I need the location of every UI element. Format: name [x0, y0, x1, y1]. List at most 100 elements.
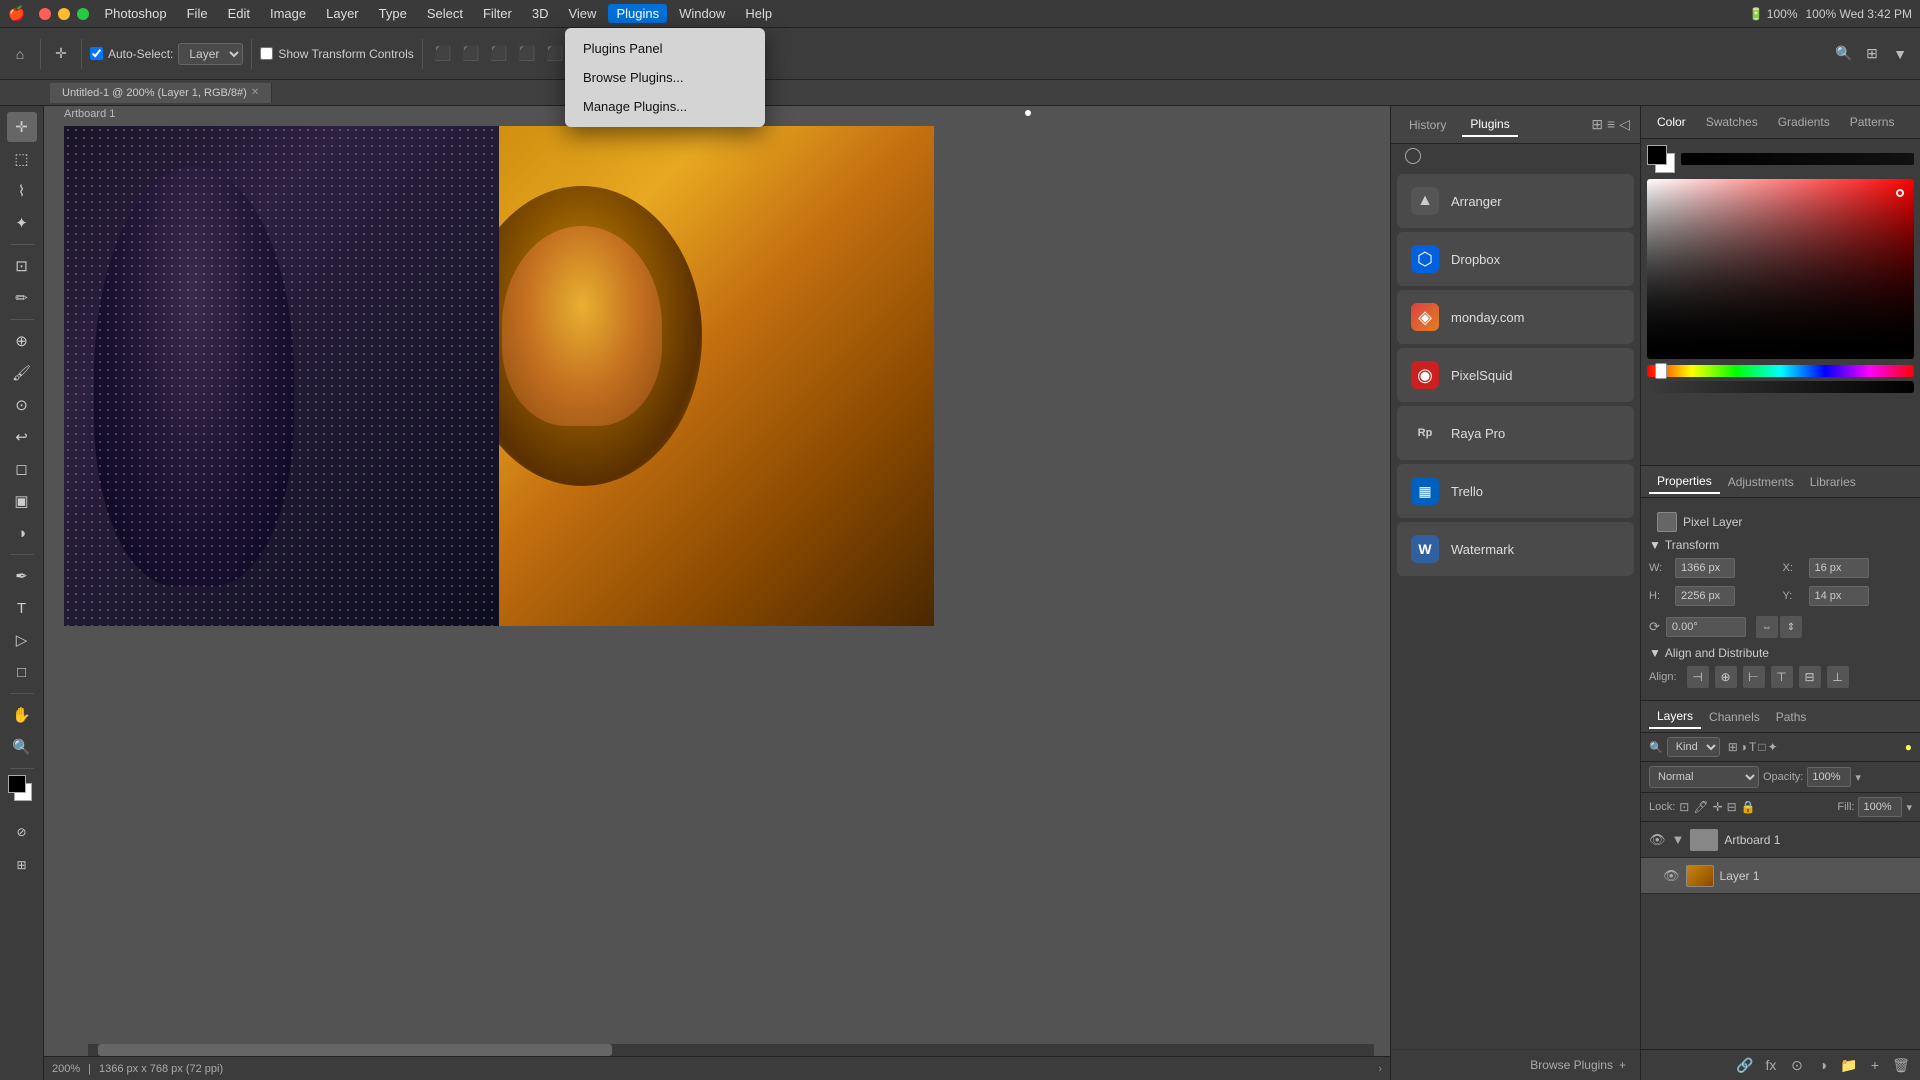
- browse-plugins-item[interactable]: Browse Plugins...: [565, 63, 765, 92]
- gradients-tab[interactable]: Gradients: [1770, 112, 1838, 132]
- home-icon[interactable]: ⌂: [8, 42, 32, 66]
- type-tool[interactable]: T: [7, 593, 37, 623]
- magic-wand-tool[interactable]: ✦: [7, 208, 37, 238]
- move-tool-icon[interactable]: ✛: [49, 42, 73, 66]
- blend-mode-select[interactable]: Normal: [1649, 766, 1759, 788]
- y-input[interactable]: [1809, 586, 1869, 606]
- layers-tab[interactable]: Layers: [1649, 705, 1701, 729]
- menu-type[interactable]: Type: [371, 4, 415, 23]
- plugin-item-watermark[interactable]: W Watermark: [1397, 522, 1634, 576]
- maximize-button[interactable]: [77, 8, 89, 20]
- menu-select[interactable]: Select: [419, 4, 471, 23]
- menu-photoshop[interactable]: Photoshop: [96, 4, 174, 23]
- plugins-tab[interactable]: Plugins: [1462, 113, 1517, 137]
- hand-tool[interactable]: ✋: [7, 700, 37, 730]
- layer-kind-filter[interactable]: Kind: [1667, 737, 1720, 757]
- properties-tab[interactable]: Properties: [1649, 470, 1720, 494]
- artboard-expand-icon[interactable]: ▼: [1672, 832, 1685, 847]
- layer1-row[interactable]: 👁 Layer 1: [1641, 858, 1920, 894]
- transform-checkbox[interactable]: [260, 47, 273, 60]
- add-mask-btn[interactable]: ⊙: [1786, 1054, 1808, 1076]
- dodge-tool[interactable]: ◑: [7, 518, 37, 548]
- transform-section-header[interactable]: ▼ Transform: [1649, 538, 1912, 552]
- shape-tool[interactable]: □: [7, 657, 37, 687]
- zoom-tool[interactable]: 🔍: [7, 732, 37, 762]
- menu-plugins[interactable]: Plugins: [608, 4, 667, 23]
- menu-help[interactable]: Help: [737, 4, 780, 23]
- new-adjustment-btn[interactable]: ◑: [1812, 1054, 1834, 1076]
- foreground-color-swatch[interactable]: [1647, 145, 1667, 165]
- new-layer-btn[interactable]: +: [1864, 1054, 1886, 1076]
- plugins-panel-item[interactable]: Plugins Panel: [565, 34, 765, 63]
- horizontal-scrollbar[interactable]: [88, 1044, 1374, 1056]
- menu-image[interactable]: Image: [262, 4, 314, 23]
- color-swatches[interactable]: [5, 775, 39, 809]
- plugin-item-dropbox[interactable]: ⬡ Dropbox: [1397, 232, 1634, 286]
- align-middle-icon[interactable]: ⬛: [543, 42, 567, 66]
- align-center-icon[interactable]: ⬛: [459, 42, 483, 66]
- align-right-btn[interactable]: ⊢: [1743, 666, 1765, 688]
- alpha-slider[interactable]: [1647, 381, 1914, 393]
- selection-tool[interactable]: ⬚: [7, 144, 37, 174]
- history-tab[interactable]: History: [1401, 114, 1454, 136]
- menu-edit[interactable]: Edit: [220, 4, 258, 23]
- smart-filter-icon[interactable]: ✦: [1768, 740, 1778, 754]
- flip-v-icon[interactable]: ⇕: [1780, 616, 1802, 638]
- align-bottom-btn[interactable]: ⊥: [1827, 666, 1849, 688]
- move-tool[interactable]: ✛: [7, 112, 37, 142]
- heal-tool[interactable]: ⊕: [7, 326, 37, 356]
- hue-slider[interactable]: [1647, 365, 1914, 377]
- lock-position-icon[interactable]: ✛: [1713, 800, 1723, 814]
- clone-tool[interactable]: ⊙: [7, 390, 37, 420]
- manage-plugins-item[interactable]: Manage Plugins...: [565, 92, 765, 121]
- tab-close-button[interactable]: ✕: [251, 87, 259, 98]
- fill-chevron-icon[interactable]: ▾: [1906, 801, 1912, 814]
- align-center-h-btn[interactable]: ⊕: [1715, 666, 1737, 688]
- fg-bg-colors[interactable]: [1647, 145, 1675, 173]
- autoselect-dropdown[interactable]: Layer: [178, 43, 243, 65]
- search-icon[interactable]: 🔍: [1832, 42, 1856, 66]
- artboard-visibility-icon[interactable]: 👁: [1649, 832, 1666, 848]
- color-tab[interactable]: Color: [1649, 112, 1694, 132]
- opacity-input[interactable]: [1807, 767, 1851, 787]
- pixel-filter-icon[interactable]: ⊞: [1728, 740, 1738, 754]
- fill-input[interactable]: [1858, 797, 1902, 817]
- brush-tool[interactable]: 🖌: [7, 358, 37, 388]
- adjustments-tab[interactable]: Adjustments: [1720, 471, 1802, 493]
- menu-3d[interactable]: 3D: [524, 4, 557, 23]
- height-input[interactable]: [1675, 586, 1735, 606]
- artboard-layer-row[interactable]: 👁 ▼ Artboard 1: [1641, 822, 1920, 858]
- align-left-btn[interactable]: ⊣: [1687, 666, 1709, 688]
- lock-all-icon[interactable]: 🔒: [1741, 800, 1756, 814]
- link-layers-btn[interactable]: 🔗: [1734, 1054, 1756, 1076]
- close-button[interactable]: [39, 8, 51, 20]
- eyedropper-tool[interactable]: ✏: [7, 283, 37, 313]
- align-right-icon[interactable]: ⬛: [487, 42, 511, 66]
- quick-mask-tool[interactable]: ⊘: [7, 817, 37, 847]
- expand-icon[interactable]: ⊞: [1591, 116, 1603, 133]
- browse-plugins-button[interactable]: Browse Plugins +: [1391, 1049, 1640, 1080]
- align-top-icon[interactable]: ⬛: [515, 42, 539, 66]
- align-center-v-btn[interactable]: ⊟: [1799, 666, 1821, 688]
- plugin-item-rayapro[interactable]: Rp Raya Pro: [1397, 406, 1634, 460]
- width-input[interactable]: [1675, 558, 1735, 578]
- channels-tab[interactable]: Channels: [1701, 706, 1768, 728]
- libraries-tab[interactable]: Libraries: [1802, 471, 1864, 493]
- rotation-input[interactable]: [1666, 617, 1746, 637]
- screen-mode[interactable]: ⊞: [7, 850, 37, 880]
- menu-file[interactable]: File: [179, 4, 216, 23]
- adjustment-filter-icon[interactable]: ◑: [1740, 740, 1747, 754]
- crop-tool[interactable]: ⊡: [7, 251, 37, 281]
- align-top-btn[interactable]: ⊤: [1771, 666, 1793, 688]
- lock-image-icon[interactable]: 🖊: [1693, 800, 1708, 814]
- panel-menu-icon[interactable]: ≡: [1607, 116, 1615, 133]
- pen-tool[interactable]: ✒: [7, 561, 37, 591]
- menu-window[interactable]: Window: [671, 4, 733, 23]
- align-distribute-header[interactable]: ▼ Align and Distribute: [1649, 646, 1912, 660]
- gradient-tool[interactable]: ▣: [7, 486, 37, 516]
- align-left-icon[interactable]: ⬛: [431, 42, 455, 66]
- lock-artboard-icon[interactable]: ⊟: [1727, 800, 1737, 814]
- layer1-visibility-icon[interactable]: 👁: [1663, 868, 1680, 884]
- filter-active-icon[interactable]: ●: [1905, 740, 1912, 754]
- canvas-area[interactable]: Artboard 1: [44, 106, 1390, 1080]
